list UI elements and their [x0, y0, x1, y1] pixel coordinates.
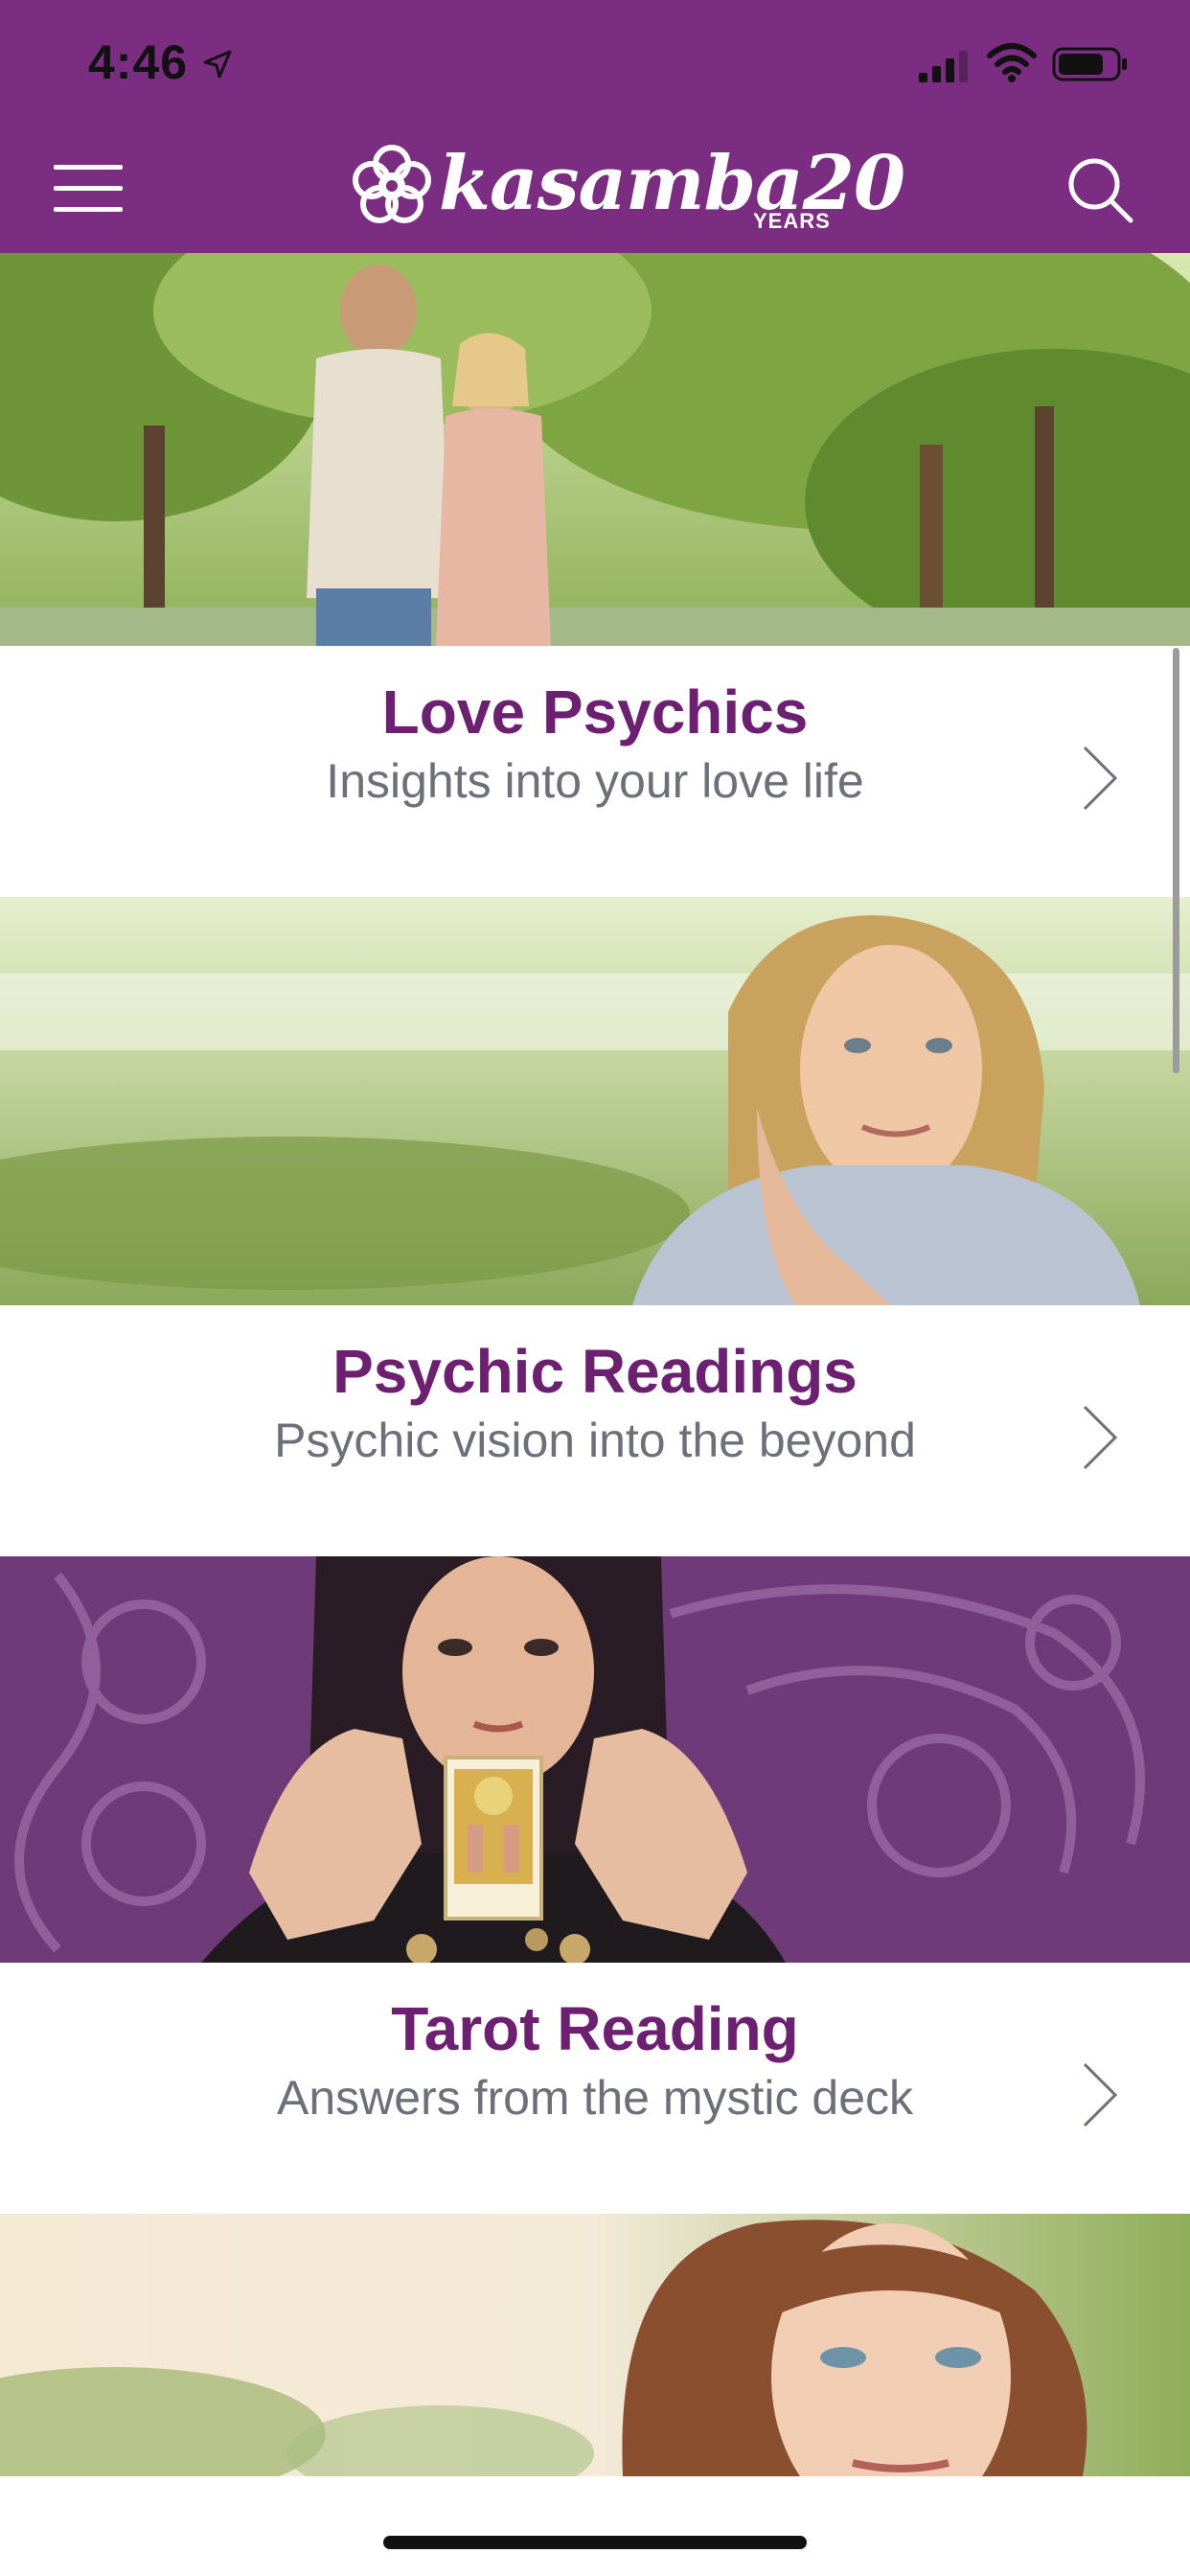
chevron-right-icon: [1083, 1405, 1118, 1470]
chevron-right-icon: [1083, 2062, 1118, 2128]
card-subtitle: Insights into your love life: [326, 754, 864, 808]
home-screen: 4:46 kasamba20 YEARS Love Psychics Insig…: [0, 0, 1190, 2576]
love-psychics-image: [0, 253, 1190, 646]
card-subtitle: Answers from the mystic deck: [276, 2071, 914, 2125]
logo-years: YEARS: [753, 209, 831, 233]
logo-wordmark: kasamba20: [439, 140, 905, 227]
card-title: Psychic Readings: [332, 1337, 858, 1406]
battery-icon: [1052, 47, 1127, 81]
category-card-next[interactable]: [0, 2214, 1190, 2476]
card-subtitle: Psychic vision into the beyond: [274, 1414, 916, 1467]
status-time: 4:46: [88, 35, 189, 89]
flower-logo-icon: [353, 145, 431, 223]
menu-button[interactable]: [54, 161, 126, 218]
wifi-icon: [987, 43, 1037, 82]
chevron-right-icon: [1083, 746, 1118, 811]
home-indicator[interactable]: [383, 2536, 807, 2549]
psychic-readings-image: [0, 897, 1190, 1305]
category-card-love-psychics[interactable]: Love Psychics Insights into your love li…: [0, 253, 1190, 897]
search-icon[interactable]: [1064, 153, 1136, 226]
header-bar: 4:46 kasamba20 YEARS: [0, 0, 1190, 253]
card-title: Tarot Reading: [391, 1994, 799, 2063]
location-arrow-icon: [203, 50, 232, 79]
kasamba-logo[interactable]: kasamba20 YEARS: [351, 142, 905, 234]
psychic-readings-text: Psychic Readings Psychic vision into the…: [0, 1305, 1190, 1556]
scrollbar[interactable]: [1173, 648, 1179, 1073]
card-title: Love Psychics: [381, 678, 809, 747]
menu-line: [54, 165, 123, 170]
next-category-image: [0, 2214, 1190, 2476]
love-psychics-text: Love Psychics Insights into your love li…: [0, 646, 1190, 897]
tarot-reading-image: [0, 1556, 1190, 1963]
signal-icon: [919, 51, 968, 82]
bottom-safe-area: [0, 2476, 1190, 2576]
category-card-psychic-readings[interactable]: Psychic Readings Psychic vision into the…: [0, 897, 1190, 1556]
menu-line: [54, 186, 123, 191]
menu-line: [54, 207, 123, 212]
tarot-reading-text: Tarot Reading Answers from the mystic de…: [0, 1963, 1190, 2214]
category-card-tarot-reading[interactable]: Tarot Reading Answers from the mystic de…: [0, 1556, 1190, 2214]
